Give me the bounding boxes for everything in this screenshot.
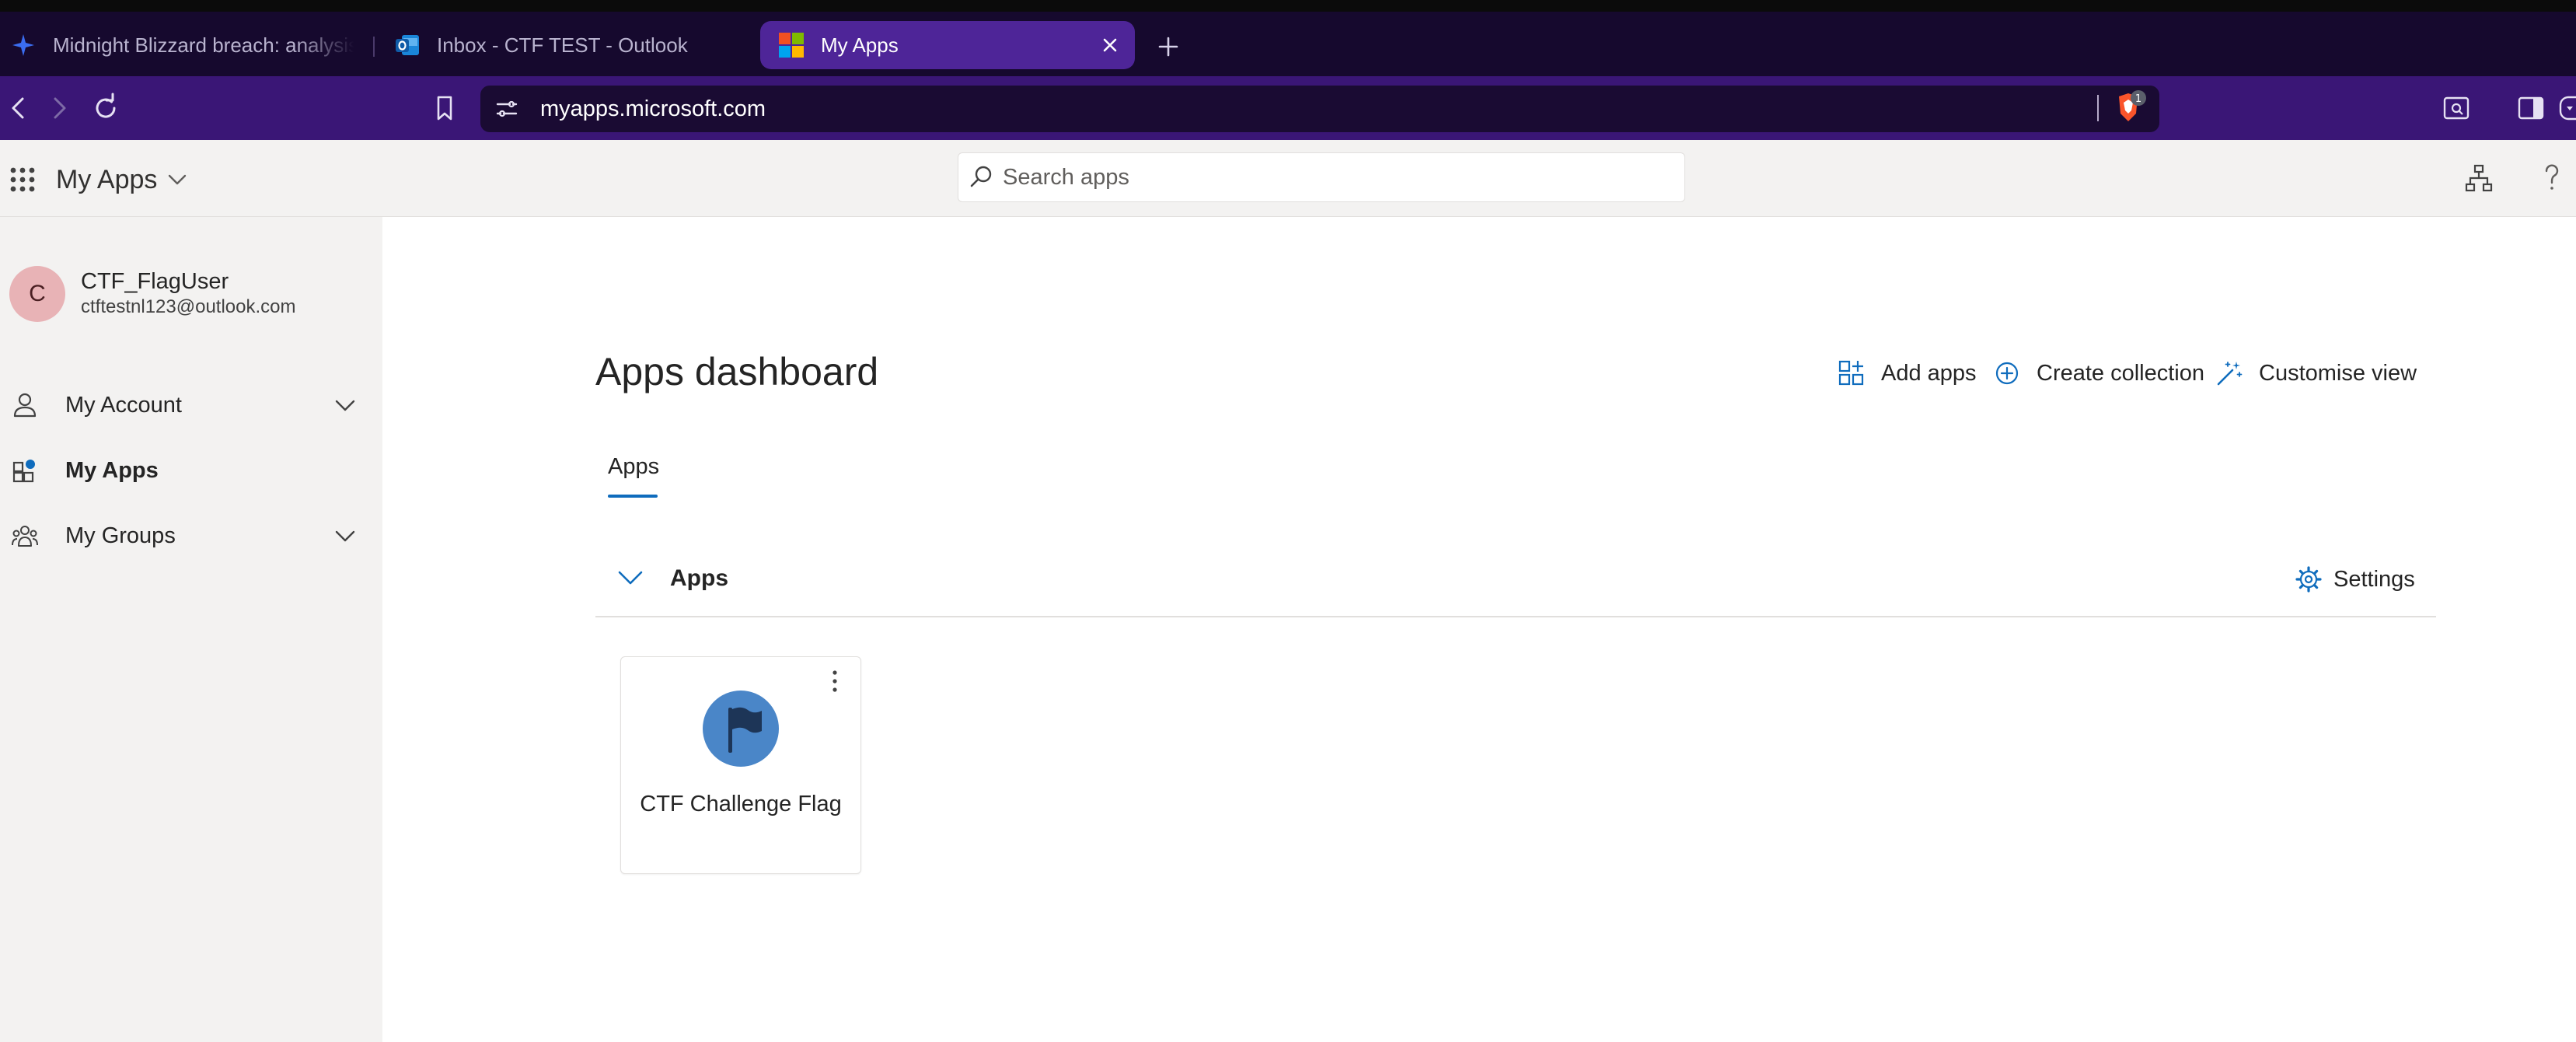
profile-menu-icon[interactable] — [2557, 93, 2576, 124]
bookmark-icon[interactable] — [429, 93, 460, 124]
chevron-down-icon[interactable] — [166, 173, 188, 187]
sidebar-item-my-account[interactable]: My Account — [0, 378, 382, 432]
sidebar-item-label: My Account — [65, 393, 182, 418]
app-title[interactable]: My Apps — [56, 163, 157, 196]
screenshot-icon[interactable] — [2441, 93, 2472, 124]
apps-icon — [11, 456, 39, 484]
browser-tab-outlook[interactable]: Inbox - CTF TEST - Outlook — [393, 21, 735, 69]
outlook-icon — [393, 31, 421, 59]
user-name: CTF_FlagUser — [81, 269, 229, 294]
address-bar-divider — [2097, 95, 2099, 121]
customise-view-button[interactable]: Customise view — [2215, 356, 2417, 390]
add-apps-icon — [1838, 359, 1866, 387]
add-circle-icon — [1993, 359, 2021, 387]
close-tab-icon[interactable] — [1098, 33, 1122, 58]
tab-title: Midnight Blizzard breach: analysis — [53, 33, 354, 57]
more-options-icon[interactable] — [826, 667, 844, 695]
app-launcher-icon[interactable] — [9, 166, 36, 193]
address-bar-url[interactable]: myapps.microsoft.com — [540, 93, 766, 124]
gear-icon — [2295, 565, 2323, 593]
browser-tab-bar: Midnight Blizzard breach: analysis Inbox… — [0, 12, 2576, 76]
settings-button[interactable]: Settings — [2295, 563, 2415, 596]
sidebar — [0, 217, 382, 1042]
sparkle-icon — [9, 31, 37, 59]
user-email: ctftestnl123@outlook.com — [81, 296, 296, 317]
avatar[interactable]: C — [9, 266, 65, 322]
org-chart-icon[interactable] — [2464, 163, 2494, 193]
forward-icon[interactable] — [44, 93, 75, 124]
brave-shield-icon[interactable]: 1 — [2113, 89, 2147, 128]
collection-title[interactable]: Apps — [670, 563, 728, 594]
browser-tab-my-apps[interactable]: My Apps — [760, 21, 1135, 69]
chevron-down-icon[interactable] — [333, 529, 358, 544]
new-tab-icon[interactable] — [1155, 33, 1182, 60]
sidebar-item-label: My Groups — [65, 523, 176, 548]
site-settings-icon[interactable] — [493, 95, 521, 123]
search-icon — [967, 163, 995, 191]
tab-title: My Apps — [821, 33, 899, 57]
search-input[interactable] — [1003, 156, 1671, 199]
sidebar-item-my-apps[interactable]: My Apps — [0, 443, 382, 498]
chevron-down-icon[interactable] — [333, 398, 358, 414]
person-icon — [11, 391, 39, 419]
create-collection-label: Create collection — [2037, 360, 2204, 386]
page-title: Apps dashboard — [595, 350, 879, 393]
tab-apps[interactable]: Apps — [608, 451, 659, 482]
people-icon — [11, 522, 39, 550]
app-tile-name: CTF Challenge Flag — [640, 792, 842, 816]
reload-icon[interactable] — [90, 93, 121, 124]
active-tab-indicator — [608, 495, 658, 498]
add-apps-button[interactable]: Add apps — [1838, 356, 1977, 390]
window-top-strip — [0, 0, 2576, 12]
add-apps-label: Add apps — [1881, 360, 1977, 386]
back-icon[interactable] — [3, 93, 34, 124]
customise-view-label: Customise view — [2259, 360, 2417, 386]
sidebar-toggle-icon[interactable] — [2515, 93, 2546, 124]
collapse-chevron-icon[interactable] — [617, 569, 644, 586]
shield-badge-count: 1 — [2135, 93, 2141, 105]
microsoft-logo-icon — [777, 31, 805, 59]
browser-tab-midnight-blizzard[interactable]: Midnight Blizzard breach: analysis — [9, 21, 354, 69]
magic-wand-icon — [2215, 359, 2243, 387]
flag-icon — [703, 691, 779, 767]
settings-label: Settings — [2333, 566, 2415, 592]
sidebar-item-my-groups[interactable]: My Groups — [0, 509, 382, 563]
sidebar-item-label: My Apps — [65, 458, 159, 483]
create-collection-button[interactable]: Create collection — [1993, 356, 2204, 390]
help-icon[interactable] — [2539, 160, 2565, 194]
tab-title: Inbox - CTF TEST - Outlook — [437, 33, 688, 57]
tab-separator — [373, 37, 375, 57]
section-divider — [595, 616, 2436, 617]
